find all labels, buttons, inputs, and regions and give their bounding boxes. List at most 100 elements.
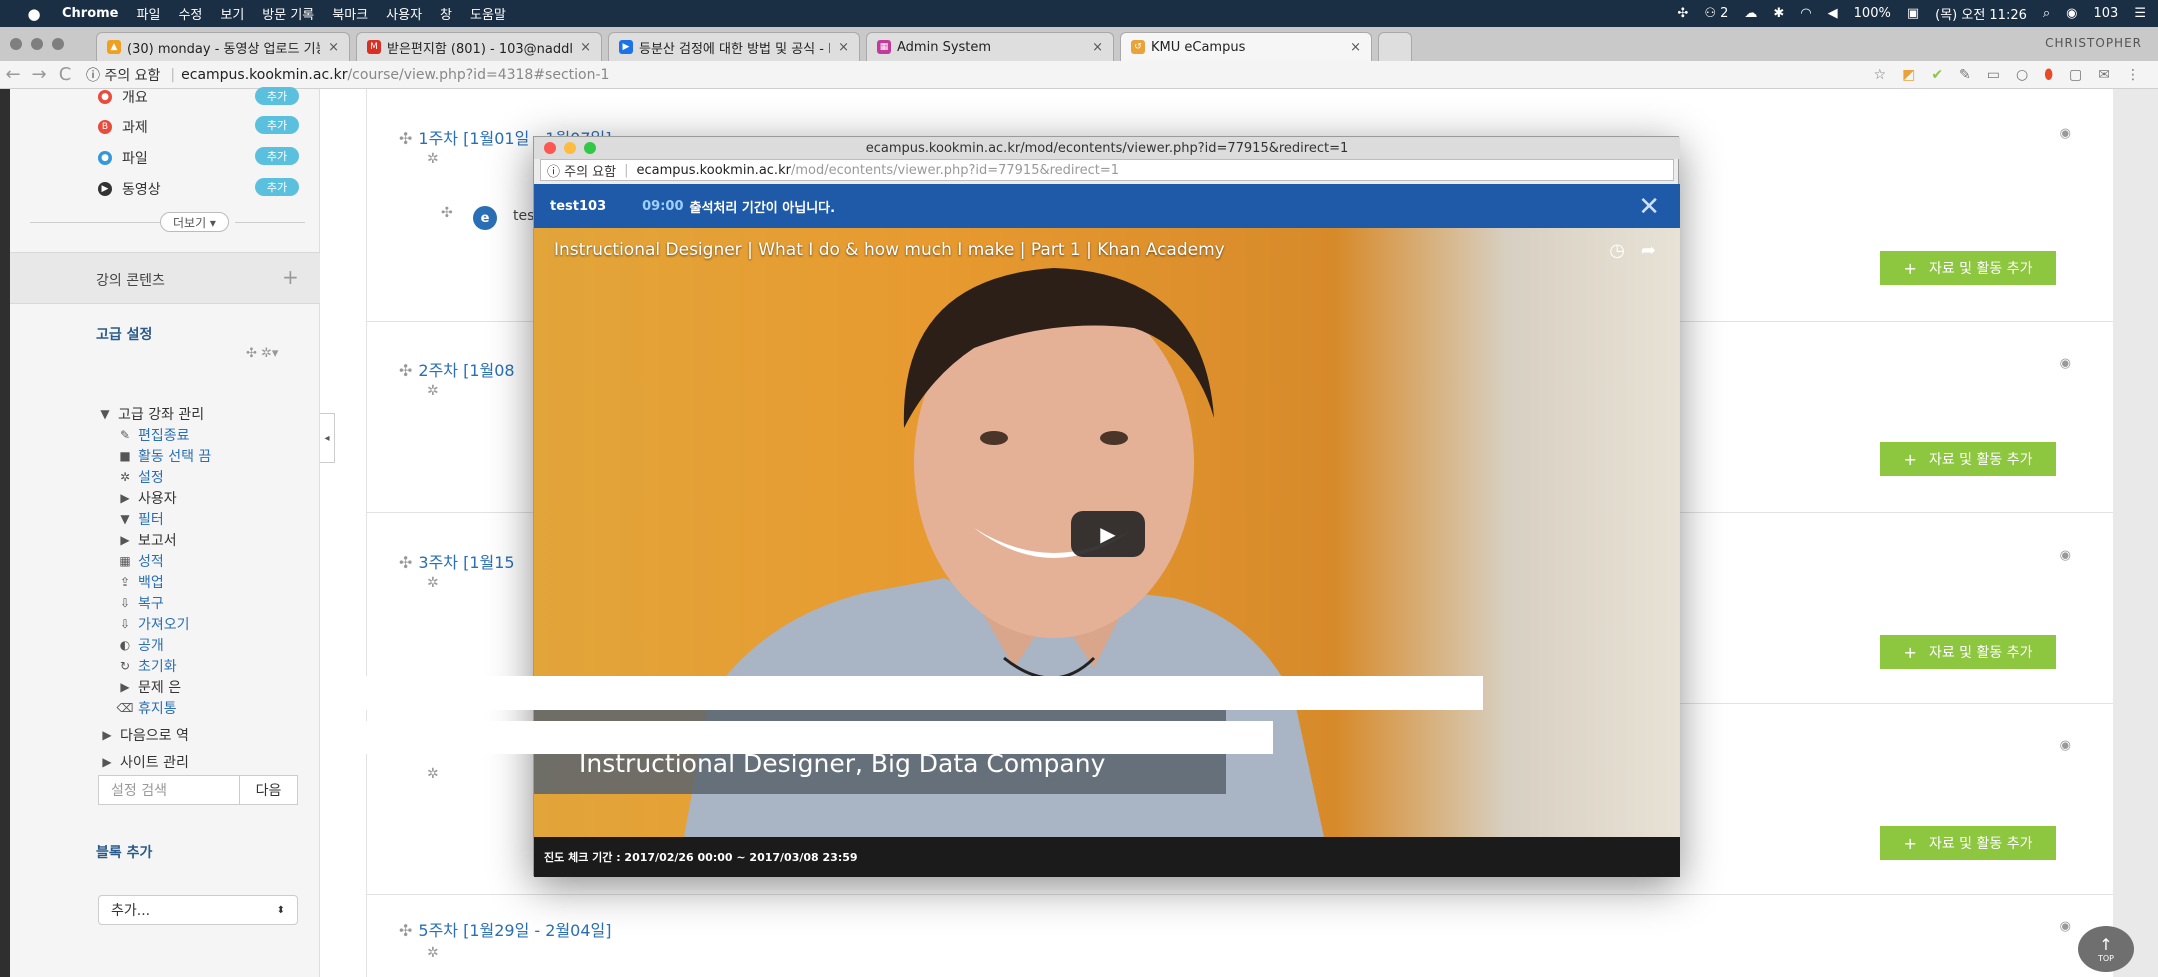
gear-icon[interactable]: ✲ bbox=[427, 945, 439, 961]
watch-later-icon[interactable]: ◷ bbox=[1609, 240, 1625, 261]
tree-item-users[interactable]: ▶ 사용자 bbox=[116, 488, 176, 508]
bluetooth-icon[interactable]: ✱ bbox=[1773, 6, 1784, 21]
menu-list-icon[interactable]: ☰ bbox=[2134, 6, 2146, 21]
tab-close-icon[interactable]: × bbox=[838, 40, 849, 55]
reload-icon[interactable]: C bbox=[52, 64, 78, 85]
tab-close-icon[interactable]: × bbox=[1350, 40, 1361, 55]
popup-url-bar[interactable]: ⓘ 주의 요함 | ecampus.kookmin.ac.kr /mod/eco… bbox=[540, 159, 1674, 181]
move-icon[interactable]: ✣ bbox=[399, 361, 412, 380]
url-field[interactable]: ⓘ 주의 요함 | ecampus.kookmin.ac.kr /course/… bbox=[86, 65, 1874, 85]
menubar-extra-count[interactable]: 103 bbox=[2094, 6, 2119, 21]
add-activity-button[interactable]: + 자료 및 활동 추가 bbox=[1880, 251, 2056, 285]
tree-item-reset[interactable]: ↻ 초기화 bbox=[116, 656, 177, 676]
settings-search-input[interactable]: 설정 검색 bbox=[99, 776, 239, 804]
add-assignment-pill[interactable]: 추가 bbox=[255, 116, 299, 134]
eye-icon[interactable]: ◉ bbox=[2060, 919, 2071, 934]
course-content-block[interactable]: 강의 콘텐츠 + bbox=[10, 252, 320, 304]
popup-zoom-button[interactable] bbox=[584, 142, 596, 154]
extension-pen-icon[interactable]: ✎ bbox=[1959, 67, 1971, 83]
menu-bookmarks[interactable]: 북마크 bbox=[332, 4, 368, 23]
move-icon[interactable]: ✣ bbox=[399, 553, 412, 572]
security-warning[interactable]: ⓘ 주의 요함 bbox=[86, 65, 160, 85]
wifi-icon[interactable]: ◠ bbox=[1800, 6, 1811, 21]
eye-icon[interactable]: ◉ bbox=[2060, 126, 2071, 141]
siri-icon[interactable]: ◉ bbox=[2066, 6, 2077, 21]
video-title[interactable]: Instructional Designer | What I do & how… bbox=[554, 240, 1225, 260]
battery-status[interactable]: 100% bbox=[1854, 6, 1891, 21]
spotlight-icon[interactable]: ⌕ bbox=[2043, 6, 2050, 21]
menu-help[interactable]: 도움말 bbox=[470, 4, 506, 23]
tree-item-edit-off[interactable]: ✎ 편집종료 bbox=[116, 425, 190, 445]
tree-item-publish[interactable]: ◐ 공개 bbox=[116, 635, 164, 655]
activity-overview[interactable]: ● 개요 bbox=[98, 87, 148, 107]
week-title[interactable]: ✣ 2주차 [1월08 bbox=[399, 357, 515, 381]
tree-item-filters[interactable]: ▼ 필터 bbox=[116, 509, 163, 529]
tree-item-backup[interactable]: ⇪ 백업 bbox=[116, 572, 164, 592]
volume-icon[interactable]: ◀ bbox=[1828, 6, 1838, 21]
menu-view[interactable]: 보기 bbox=[220, 4, 244, 23]
tree-item-settings[interactable]: ✲ 설정 bbox=[116, 467, 164, 487]
apple-icon[interactable]: ● bbox=[20, 5, 48, 23]
tree-item-activity-select[interactable]: ■ 활동 선택 끔 bbox=[116, 446, 211, 466]
block-controls-icon[interactable]: ✣ ✲▾ bbox=[246, 346, 278, 361]
add-activity-button[interactable]: + 자료 및 활동 추가 bbox=[1880, 826, 2056, 860]
move-icon[interactable]: ✣ bbox=[399, 921, 412, 940]
gear-icon[interactable]: ✲ bbox=[427, 766, 439, 782]
tab-close-icon[interactable]: × bbox=[580, 40, 591, 55]
extension-circle-icon[interactable]: ○ bbox=[2016, 67, 2028, 83]
menu-people[interactable]: 사용자 bbox=[386, 4, 422, 23]
gear-icon[interactable]: ✲ bbox=[427, 383, 439, 399]
popup-minimize-button[interactable] bbox=[564, 142, 576, 154]
add-block-select[interactable]: 추가... ⬍ bbox=[98, 895, 298, 925]
tree-site-admin[interactable]: ▶ 사이트 관리 bbox=[98, 752, 188, 772]
move-icon[interactable]: ✣ bbox=[399, 129, 412, 148]
chrome-menu-icon[interactable]: ⋮ bbox=[2126, 67, 2140, 83]
gear-icon[interactable]: ✲ bbox=[427, 151, 439, 167]
dropbox-icon[interactable]: ✣ bbox=[1677, 6, 1688, 21]
forward-icon[interactable]: → bbox=[26, 64, 52, 85]
more-button[interactable]: 더보기 ▾ bbox=[160, 212, 229, 232]
menu-file[interactable]: 파일 bbox=[137, 4, 161, 23]
collapse-sidebar-button[interactable]: ◂ bbox=[320, 413, 335, 463]
tab-gmail[interactable]: M 받은편지함 (801) - 103@naddle × bbox=[356, 32, 602, 61]
profile-name[interactable]: CHRISTOPHER bbox=[2045, 36, 2142, 50]
tree-root[interactable]: ▼ 고급 강좌 관리 bbox=[96, 404, 204, 424]
add-activity-button[interactable]: + 자료 및 활동 추가 bbox=[1880, 442, 2056, 476]
extension-chart-icon[interactable]: ◩ bbox=[1902, 67, 1915, 83]
popup-close-button[interactable] bbox=[544, 142, 556, 154]
week-title[interactable]: ✣ 5주차 [1월29일 - 2월04일] bbox=[399, 917, 612, 941]
close-window-button[interactable] bbox=[10, 38, 22, 50]
bookmark-star-icon[interactable]: ☆ bbox=[1874, 67, 1887, 83]
popup-title-bar[interactable]: ecampus.kookmin.ac.kr/mod/econtents/view… bbox=[534, 137, 1680, 159]
add-video-pill[interactable]: 추가 bbox=[255, 178, 299, 196]
tree-item-import[interactable]: ⇩ 가져오기 bbox=[116, 614, 190, 634]
activity-link[interactable]: tes bbox=[513, 208, 534, 224]
settings-search-button[interactable]: 다음 bbox=[239, 776, 297, 804]
extension-check-icon[interactable]: ✔ bbox=[1931, 67, 1943, 83]
menu-history[interactable]: 방문 기록 bbox=[262, 4, 314, 23]
clock[interactable]: (목) 오전 11:26 bbox=[1935, 4, 2027, 23]
play-button[interactable]: ▶ bbox=[1071, 511, 1145, 557]
tree-item-recycle-bin[interactable]: ⌫ 휴지통 bbox=[116, 698, 177, 718]
menu-edit[interactable]: 수정 bbox=[178, 4, 202, 23]
move-icon[interactable]: ✣ bbox=[441, 205, 453, 221]
zoom-window-button[interactable] bbox=[52, 38, 64, 50]
add-block-plus-icon[interactable]: + bbox=[282, 265, 299, 289]
activity-file[interactable]: ● 파일 bbox=[98, 148, 148, 168]
tree-item-grades[interactable]: ▦ 성적 bbox=[116, 551, 163, 571]
tree-next-role[interactable]: ▶ 다음으로 역 bbox=[98, 725, 188, 745]
tab-monday[interactable]: ▲ (30) monday - 동영상 업로드 기능 × bbox=[96, 32, 350, 61]
gear-icon[interactable]: ✲ bbox=[427, 575, 439, 591]
tab-kmu-ecampus[interactable]: ↺ KMU eCampus × bbox=[1120, 32, 1372, 61]
tree-item-reports[interactable]: ▶ 보고서 bbox=[116, 530, 176, 550]
activity-assignment[interactable]: B 과제 bbox=[98, 117, 148, 137]
tree-item-restore[interactable]: ⇩ 복구 bbox=[116, 593, 164, 613]
tree-item-question-bank[interactable]: ▶ 문제 은 bbox=[116, 677, 181, 697]
tab-variance-test[interactable]: ▶ 등분산 검정에 대한 방법 및 공식 - M × bbox=[608, 32, 860, 61]
menu-app-name[interactable]: Chrome bbox=[62, 6, 119, 21]
extension-box-icon[interactable]: ▭ bbox=[1987, 67, 2000, 83]
scroll-to-top-button[interactable]: ↑ TOP bbox=[2078, 926, 2134, 972]
activity-video[interactable]: ▶ 동영상 bbox=[98, 179, 161, 199]
week-title[interactable]: ✣ 3주차 [1월15 bbox=[399, 549, 515, 573]
notification-count[interactable]: ⚇ 2 bbox=[1704, 6, 1728, 21]
